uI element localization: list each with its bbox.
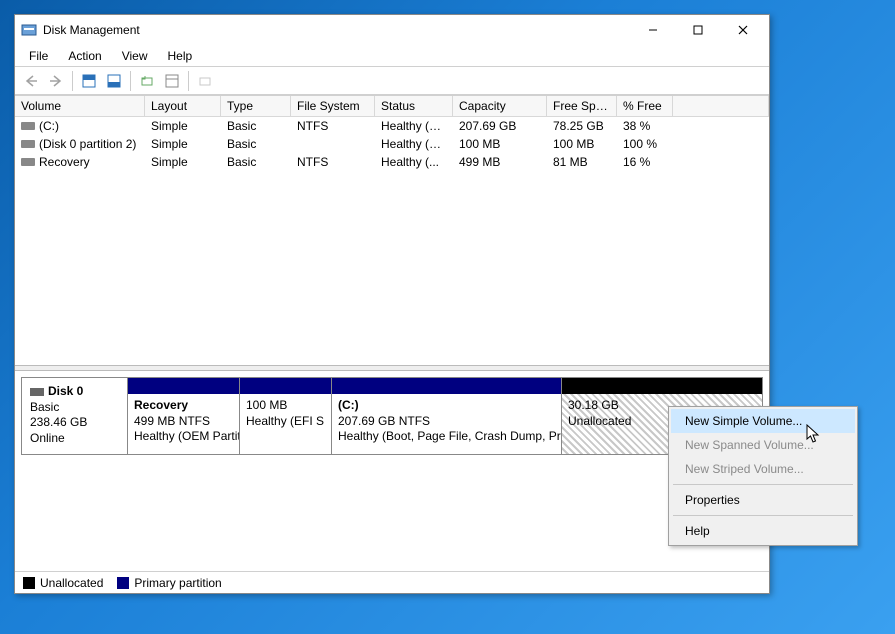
part-status: Healthy (EFI S: [246, 414, 325, 430]
refresh-button[interactable]: [135, 70, 159, 92]
cm-new-spanned-volume: New Spanned Volume...: [671, 433, 855, 457]
swatch-blue: [117, 577, 129, 589]
disk-size: 238.46 GB: [30, 415, 119, 431]
part-size: 100 MB: [246, 398, 325, 414]
part-status: Healthy (Boot, Page File, Crash Dump, Pr…: [338, 429, 555, 445]
volume-list[interactable]: (C:) Simple Basic NTFS Healthy (B... 207…: [15, 117, 769, 365]
partition-bar: [562, 378, 762, 394]
part-size: 207.69 GB NTFS: [338, 414, 555, 430]
menu-view[interactable]: View: [112, 47, 158, 65]
partition-bar: [332, 378, 561, 394]
col-spacer: [673, 96, 769, 116]
disk-state: Online: [30, 431, 119, 447]
part-status: Healthy (OEM Partit: [134, 429, 233, 445]
tb-view-top[interactable]: [77, 70, 101, 92]
swatch-black: [23, 577, 35, 589]
vol-capacity: 100 MB: [453, 136, 547, 152]
tb-view-bottom[interactable]: [102, 70, 126, 92]
vol-layout: Simple: [145, 136, 221, 152]
vol-status: Healthy (E...: [375, 136, 453, 152]
back-button[interactable]: [19, 70, 43, 92]
menubar: File Action View Help: [15, 45, 769, 67]
forward-button[interactable]: [44, 70, 68, 92]
volume-list-header: Volume Layout Type File System Status Ca…: [15, 95, 769, 117]
cm-properties[interactable]: Properties: [671, 488, 855, 512]
partition-c[interactable]: (C:) 207.69 GB NTFS Healthy (Boot, Page …: [332, 378, 562, 454]
volume-icon: [21, 158, 35, 166]
vol-capacity: 499 MB: [453, 154, 547, 170]
vol-layout: Simple: [145, 154, 221, 170]
part-title: (C:): [338, 398, 359, 412]
partition-efi[interactable]: 100 MB Healthy (EFI S: [240, 378, 332, 454]
legend-unallocated: Unallocated: [23, 576, 103, 590]
legend-primary: Primary partition: [117, 576, 221, 590]
vol-name: Recovery: [39, 155, 90, 169]
app-icon: [21, 22, 37, 38]
vol-layout: Simple: [145, 118, 221, 134]
vol-name: (C:): [39, 119, 59, 133]
vol-free: 78.25 GB: [547, 118, 617, 134]
vol-pct: 100 %: [617, 136, 673, 152]
vol-fs: NTFS: [291, 118, 375, 134]
vol-pct: 38 %: [617, 118, 673, 134]
disk-name: Disk 0: [48, 384, 83, 398]
volume-row[interactable]: (C:) Simple Basic NTFS Healthy (B... 207…: [15, 117, 769, 135]
disk-kind: Basic: [30, 400, 119, 416]
disk-graphical-pane: Disk 0 Basic 238.46 GB Online Recovery 4…: [15, 371, 769, 571]
col-volume[interactable]: Volume: [15, 96, 145, 116]
volume-icon: [21, 140, 35, 148]
vol-type: Basic: [221, 136, 291, 152]
vol-status: Healthy (...: [375, 154, 453, 170]
vol-status: Healthy (B...: [375, 118, 453, 134]
vol-type: Basic: [221, 118, 291, 134]
vol-free: 100 MB: [547, 136, 617, 152]
tb-settings-button[interactable]: [160, 70, 184, 92]
cm-separator: [673, 484, 853, 485]
window-controls: [630, 16, 765, 44]
vol-type: Basic: [221, 154, 291, 170]
menu-help[interactable]: Help: [158, 47, 203, 65]
legend: Unallocated Primary partition: [15, 571, 769, 593]
partition-recovery[interactable]: Recovery 499 MB NTFS Healthy (OEM Partit: [128, 378, 240, 454]
cm-new-striped-volume: New Striped Volume...: [671, 457, 855, 481]
partition-bar: [240, 378, 331, 394]
col-type[interactable]: Type: [221, 96, 291, 116]
col-status[interactable]: Status: [375, 96, 453, 116]
partitions: Recovery 499 MB NTFS Healthy (OEM Partit…: [128, 378, 762, 454]
vol-name: (Disk 0 partition 2): [39, 137, 136, 151]
close-button[interactable]: [720, 16, 765, 44]
menu-action[interactable]: Action: [58, 47, 111, 65]
partition-bar: [128, 378, 239, 394]
maximize-button[interactable]: [675, 16, 720, 44]
vol-fs: NTFS: [291, 154, 375, 170]
vol-fs: [291, 143, 375, 145]
toolbar: [15, 67, 769, 95]
volume-icon: [21, 122, 35, 130]
volume-row[interactable]: Recovery Simple Basic NTFS Healthy (... …: [15, 153, 769, 171]
vol-pct: 16 %: [617, 154, 673, 170]
col-freespace[interactable]: Free Spa...: [547, 96, 617, 116]
disk-icon: [30, 388, 44, 396]
cm-separator: [673, 515, 853, 516]
cm-help[interactable]: Help: [671, 519, 855, 543]
tb-extra-button[interactable]: [193, 70, 217, 92]
menu-file[interactable]: File: [19, 47, 58, 65]
cm-new-simple-volume[interactable]: New Simple Volume...: [671, 409, 855, 433]
col-capacity[interactable]: Capacity: [453, 96, 547, 116]
col-layout[interactable]: Layout: [145, 96, 221, 116]
titlebar: Disk Management: [15, 15, 769, 45]
part-title: Recovery: [134, 398, 188, 412]
disk-label[interactable]: Disk 0 Basic 238.46 GB Online: [22, 378, 128, 454]
minimize-button[interactable]: [630, 16, 675, 44]
volume-row[interactable]: (Disk 0 partition 2) Simple Basic Health…: [15, 135, 769, 153]
disk-management-window: Disk Management File Action View Help: [14, 14, 770, 594]
vol-capacity: 207.69 GB: [453, 118, 547, 134]
window-title: Disk Management: [43, 23, 630, 37]
context-menu: New Simple Volume... New Spanned Volume.…: [668, 406, 858, 546]
disk-row: Disk 0 Basic 238.46 GB Online Recovery 4…: [21, 377, 763, 455]
col-pctfree[interactable]: % Free: [617, 96, 673, 116]
vol-free: 81 MB: [547, 154, 617, 170]
col-filesystem[interactable]: File System: [291, 96, 375, 116]
part-size: 499 MB NTFS: [134, 414, 233, 430]
